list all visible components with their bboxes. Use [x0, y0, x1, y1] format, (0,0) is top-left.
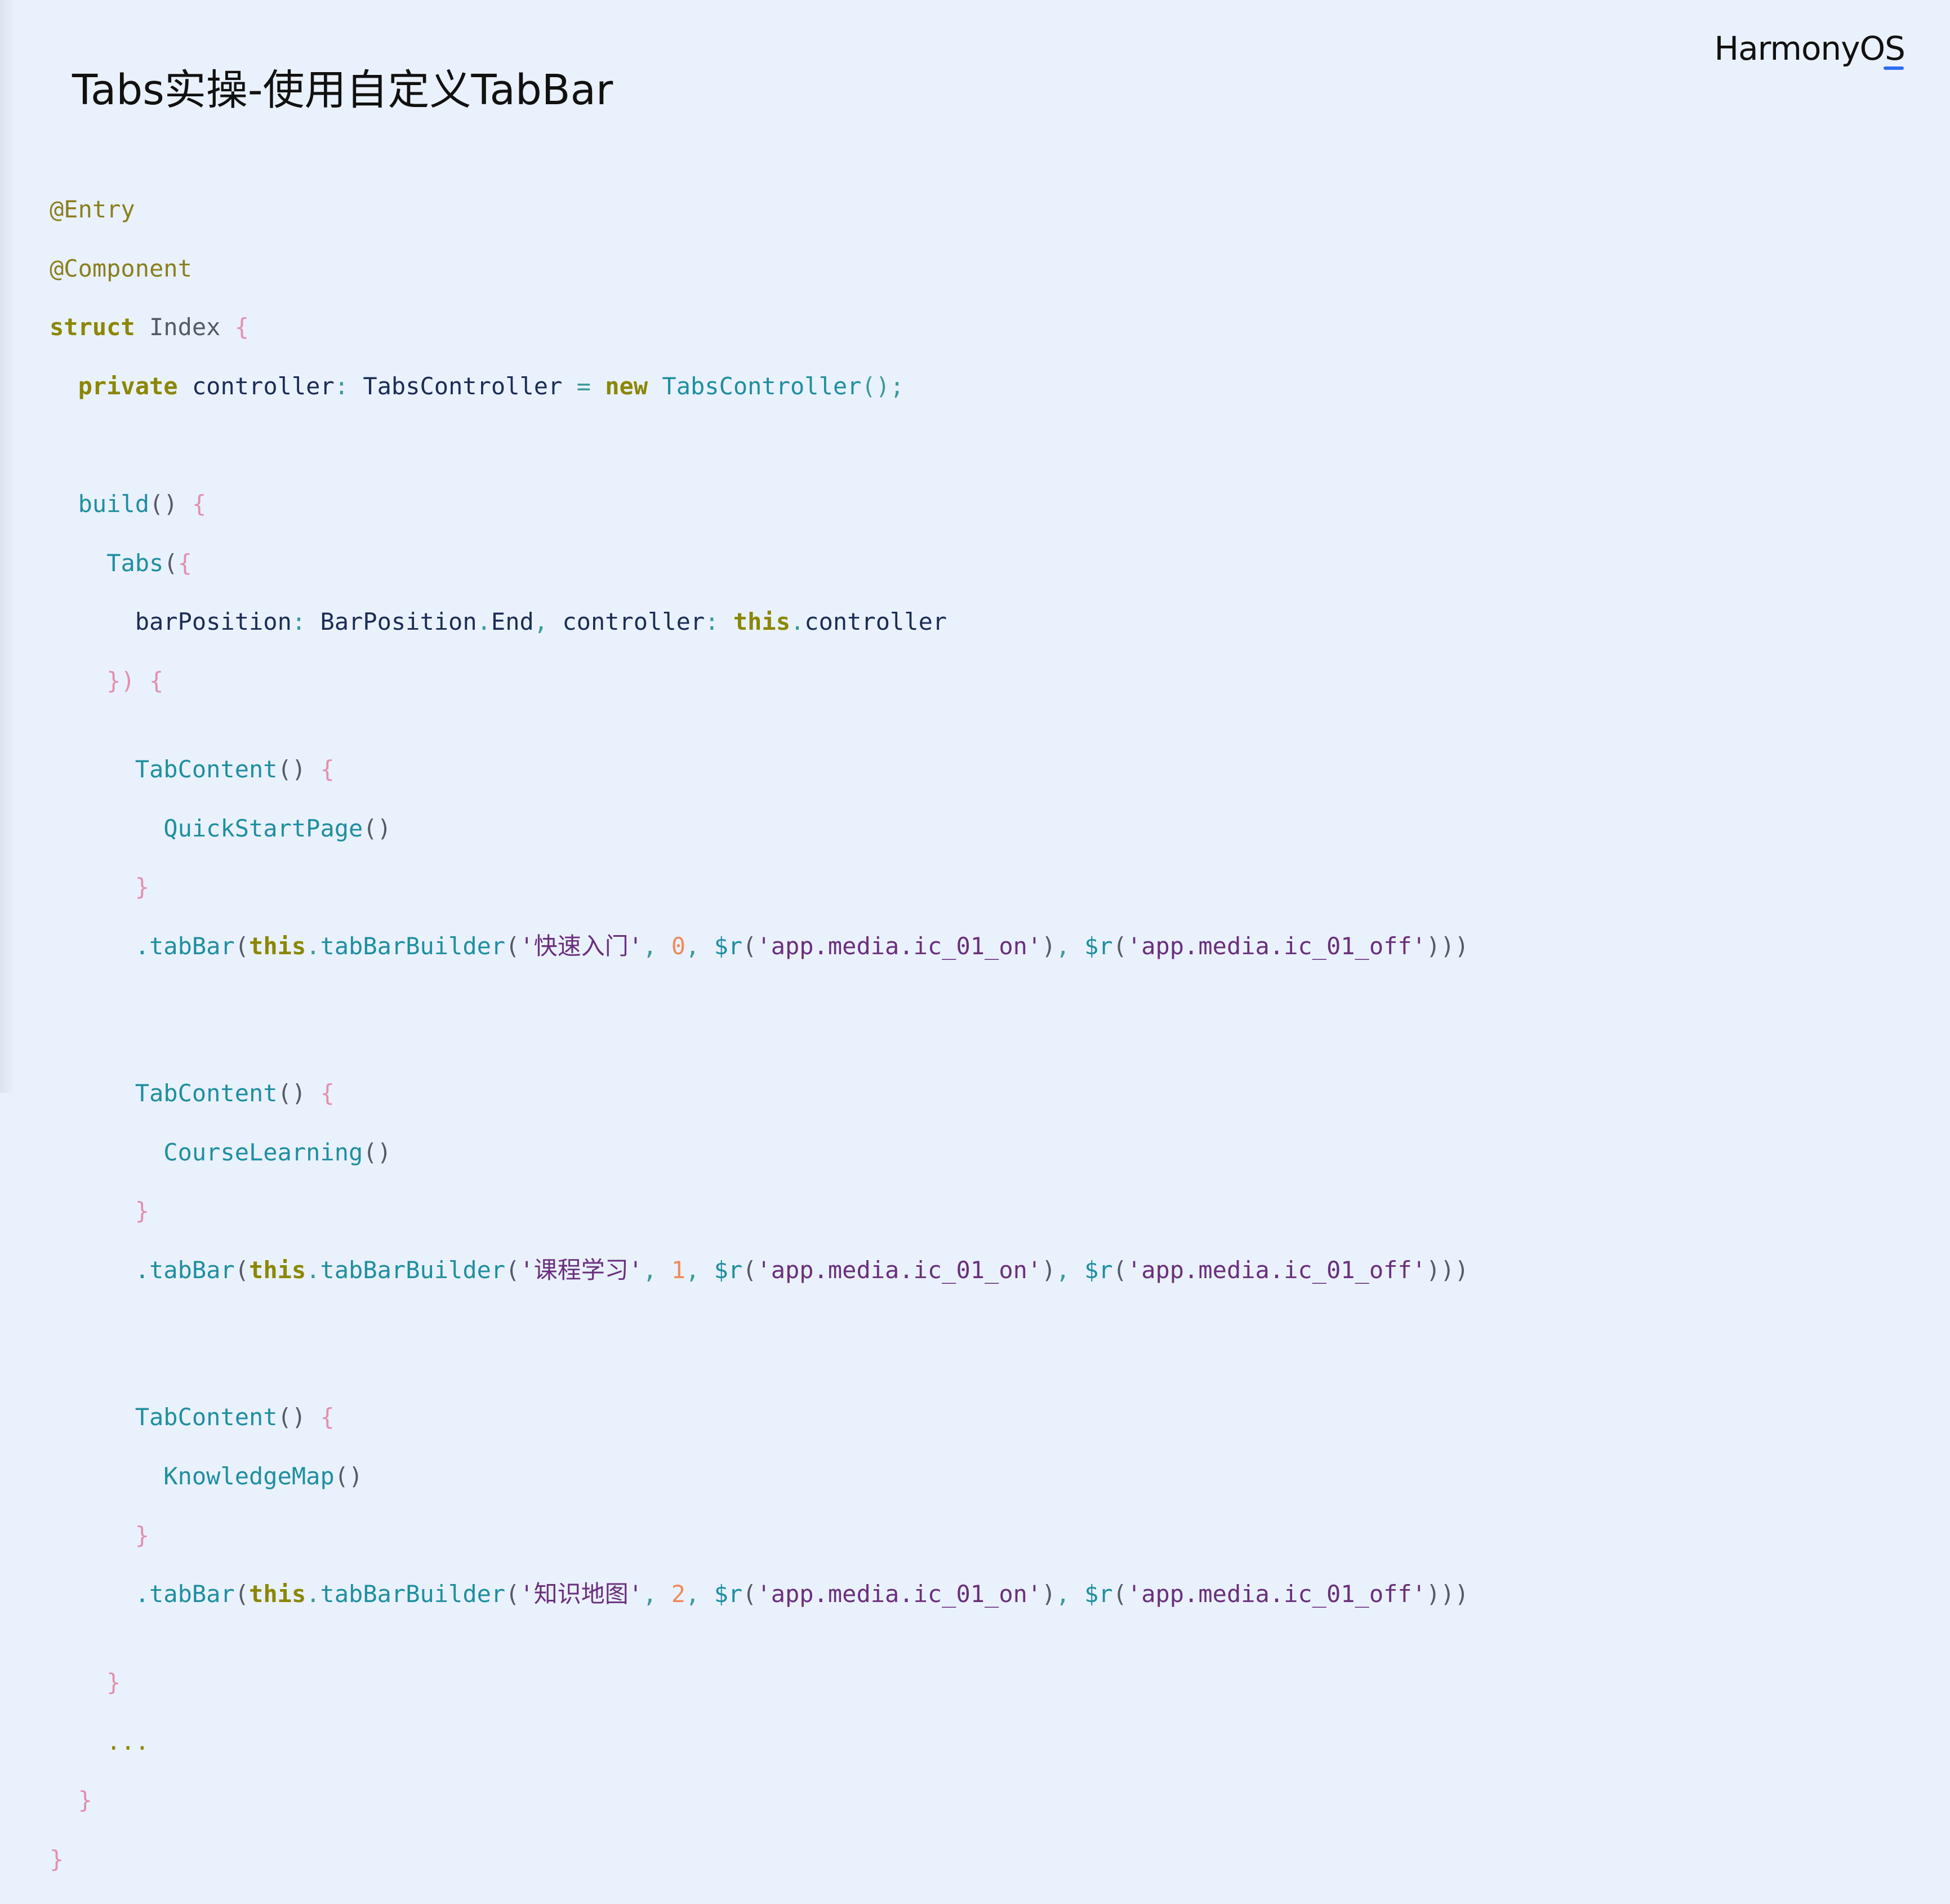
resource-fn: $r: [1084, 1256, 1113, 1284]
code-line-7: Tabs({: [106, 549, 192, 577]
controller-ref: controller: [804, 608, 947, 636]
tab-index: 0: [671, 932, 685, 960]
entry-decorator: @Entry: [50, 195, 135, 224]
tab-index: 1: [671, 1256, 685, 1284]
code-line-22: }: [135, 1521, 150, 1549]
off-resource-string: 'app.media.ic_01_off': [1127, 1256, 1426, 1284]
code-line-18: .tabBar(this.tabBarBuilder('课程学习', 1, $r…: [135, 1256, 1469, 1284]
tabcontent-fn: TabContent: [135, 755, 278, 783]
resource-fn: $r: [714, 1580, 743, 1608]
private-keyword: private: [78, 372, 178, 401]
page-fn: CourseLearning: [163, 1138, 363, 1166]
this-keyword: this: [249, 932, 306, 960]
on-resource-string: 'app.media.ic_01_on': [756, 1580, 1042, 1608]
struct-keyword: struct: [50, 313, 135, 341]
code-line-15: TabContent() {: [135, 1079, 335, 1107]
code-line-4: private controller: TabsController = new…: [78, 372, 905, 401]
builder-fn: tabBarBuilder: [320, 1256, 506, 1284]
tabs-fn: Tabs: [106, 549, 164, 577]
slide-title: Tabs实操-使用自定义TabBar: [72, 66, 613, 114]
code-line-2: @Component: [50, 254, 1469, 283]
resource-fn: $r: [714, 932, 743, 960]
barposition-enum: BarPosition: [320, 608, 477, 636]
component-decorator: @Component: [50, 254, 192, 282]
controller-type: TabsController: [363, 372, 563, 401]
page-fn: KnowledgeMap: [163, 1462, 335, 1491]
builder-fn: tabBarBuilder: [320, 1580, 506, 1608]
code-block: @Entry @Component struct Index { private…: [50, 166, 1469, 1904]
code-line-27: }: [50, 1845, 64, 1873]
code-line-10: TabContent() {: [135, 755, 335, 783]
this-keyword: this: [733, 608, 790, 636]
this-keyword: this: [249, 1580, 306, 1608]
new-keyword: new: [605, 372, 648, 401]
controller-ctor: TabsController: [662, 372, 862, 401]
ellipsis: ...: [106, 1727, 150, 1755]
tabcontent-fn: TabContent: [135, 1079, 278, 1107]
resource-fn: $r: [714, 1256, 743, 1284]
controller-field: controller: [192, 372, 335, 401]
resource-fn: $r: [1084, 1580, 1113, 1608]
this-keyword: this: [249, 1256, 306, 1284]
on-resource-string: 'app.media.ic_01_on': [756, 932, 1042, 960]
code-line-13: .tabBar(this.tabBarBuilder('快速入门', 0, $r…: [135, 932, 1469, 960]
tab-label-string: '课程学习': [519, 1256, 643, 1284]
tab-label-string: '快速入门': [519, 932, 643, 960]
struct-name: Index: [149, 313, 221, 341]
code-line-11: QuickStartPage(): [163, 814, 391, 842]
code-line-12: }: [135, 873, 150, 901]
code-line-9: }) {: [106, 667, 164, 695]
code-line-8: barPosition: BarPosition.End, controller…: [135, 608, 947, 636]
code-line-23: .tabBar(this.tabBarBuilder('知识地图', 2, $r…: [135, 1580, 1469, 1608]
code-line-25: ...: [50, 1727, 1469, 1756]
code-line-26: }: [78, 1786, 92, 1814]
code-line-3: struct Index {: [50, 313, 250, 341]
tabbar-fn: tabBar: [149, 1256, 235, 1284]
build-fn: build: [78, 490, 150, 518]
code-line-17: }: [135, 1197, 150, 1225]
off-resource-string: 'app.media.ic_01_off': [1127, 932, 1426, 960]
code-line-24: }: [106, 1669, 121, 1697]
tabbar-fn: tabBar: [149, 1580, 235, 1608]
left-edge-shade: [0, 0, 15, 1093]
code-line-20: TabContent() {: [135, 1403, 335, 1431]
logo-accent-mark: [1884, 66, 1904, 70]
code-line-21: KnowledgeMap(): [163, 1462, 363, 1491]
controller-param: controller: [562, 608, 705, 636]
harmonyos-logo: HarmonyOS: [1714, 29, 1906, 68]
page-fn: QuickStartPage: [163, 814, 363, 842]
barposition-end: End: [491, 608, 534, 636]
code-line-16: CourseLearning(): [163, 1138, 391, 1166]
tab-label-string: '知识地图': [519, 1580, 643, 1608]
off-resource-string: 'app.media.ic_01_off': [1127, 1580, 1426, 1608]
resource-fn: $r: [1084, 932, 1113, 960]
barposition-param: barPosition: [135, 608, 292, 636]
tab-index: 2: [671, 1580, 685, 1608]
on-resource-string: 'app.media.ic_01_on': [756, 1256, 1042, 1284]
tabcontent-fn: TabContent: [135, 1403, 278, 1431]
tabbar-fn: tabBar: [149, 932, 235, 960]
code-line-1: @Entry: [50, 195, 1469, 224]
builder-fn: tabBarBuilder: [320, 932, 506, 960]
code-line-6: build() {: [78, 490, 207, 518]
